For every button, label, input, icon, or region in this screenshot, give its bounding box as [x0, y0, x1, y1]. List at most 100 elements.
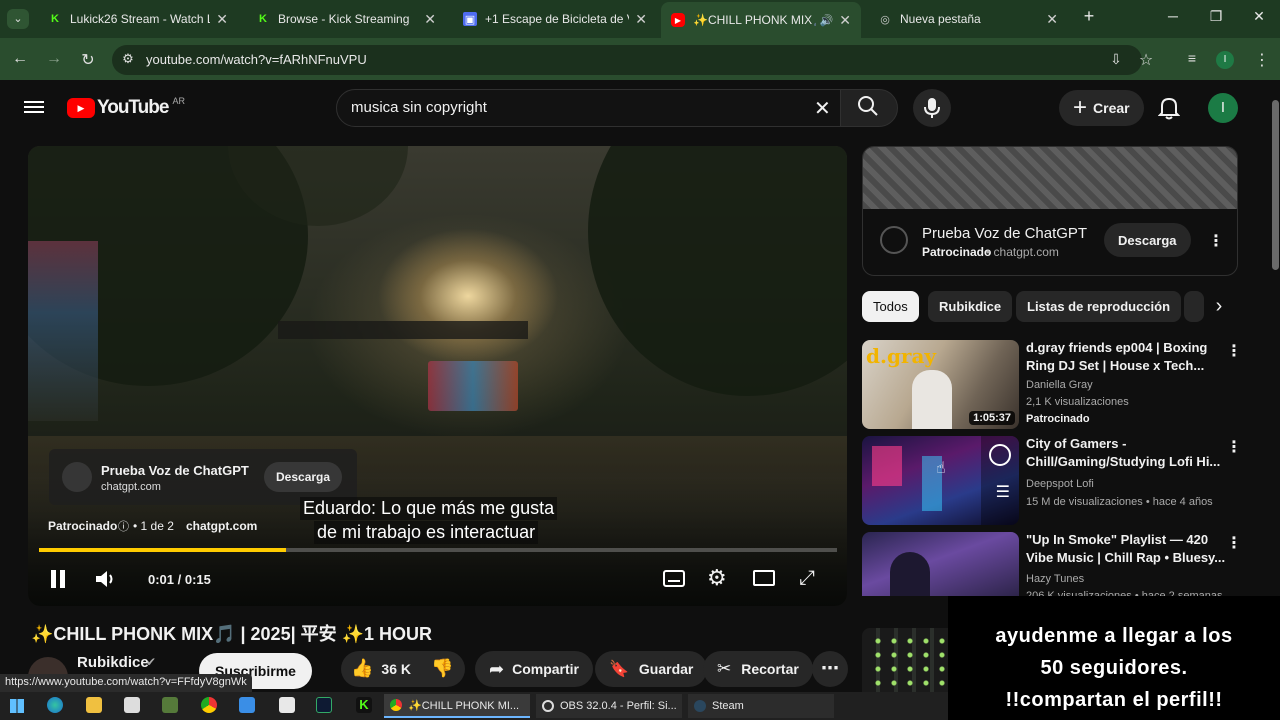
bookmark-star-icon[interactable]: ☆ [1134, 50, 1158, 70]
share-icon: ➦ [489, 658, 505, 679]
chip-channel[interactable]: Rubikdice [928, 291, 1013, 322]
chrome-icon[interactable] [201, 697, 217, 713]
document-icon[interactable] [279, 697, 295, 713]
chrome-menu-icon[interactable]: ⋮ [1250, 50, 1274, 70]
rec-channel[interactable]: Hazy Tunes [1026, 573, 1084, 585]
watch-later-icon[interactable] [989, 444, 1011, 466]
chip-partial[interactable] [1184, 291, 1204, 322]
vegas-icon[interactable] [162, 697, 178, 713]
close-icon[interactable]: ✕ [424, 11, 436, 28]
forward-icon[interactable]: → [42, 50, 66, 68]
fullscreen-icon[interactable]: ⤢ [799, 567, 815, 590]
status-bar-url: https://www.youtube.com/watch?v=FFfdyV8g… [0, 674, 252, 692]
chips-next-icon[interactable]: › [1205, 295, 1233, 318]
tab-search-icon[interactable]: ⌄ [7, 9, 29, 29]
share-button[interactable]: ➦ Compartir [475, 651, 593, 687]
terminal-icon[interactable] [316, 697, 332, 713]
tab-2[interactable]: K Browse - Kick Streaming ✕ [246, 4, 446, 34]
overlay-line-2: 50 seguidores. [1040, 657, 1188, 679]
taskbar-app-steam[interactable]: Steam [688, 694, 834, 718]
more-actions-button[interactable]: ⋯ [812, 651, 848, 687]
info-icon[interactable]: ⓘ [118, 518, 129, 534]
profile-avatar[interactable]: I [1216, 51, 1234, 69]
subtitles-icon[interactable] [663, 570, 685, 587]
add-to-queue-icon[interactable]: ☰ [996, 482, 1010, 502]
notifications-bell-icon[interactable] [1157, 96, 1181, 125]
clip-button[interactable]: ✂ Recortar [703, 651, 813, 687]
rec-menu-icon[interactable]: ⋮ [1226, 533, 1242, 553]
file-explorer-icon[interactable] [86, 697, 102, 713]
menu-icon[interactable] [24, 98, 44, 116]
sidebar-ad-title[interactable]: Prueba Voz de ChatGPT [922, 225, 1087, 242]
player-ad-title[interactable]: Prueba Voz de ChatGPT [101, 463, 249, 478]
rec-menu-icon[interactable]: ⋮ [1226, 437, 1242, 457]
tab-5[interactable]: ◎ Nueva pestaña ✕ [868, 4, 1068, 34]
chip-all[interactable]: Todos [862, 291, 919, 322]
close-icon[interactable]: ✕ [216, 11, 228, 28]
site-info-icon[interactable]: ⚙ [116, 51, 140, 67]
reload-icon[interactable]: ↻ [76, 50, 100, 70]
account-avatar[interactable]: I [1208, 93, 1238, 123]
tab-4-active[interactable]: ▶ ✨CHILL PHONK MIX🎵 🔊 ✕ [661, 2, 861, 38]
player-ad-download-button[interactable]: Descarga [264, 462, 343, 492]
taskbar-app-obs[interactable]: OBS 32.0.4 - Perfil: Si... [536, 694, 682, 718]
game-icon: ▣ [463, 12, 477, 26]
thumbs-down-icon: 👎 [431, 658, 454, 678]
scene-boat [428, 361, 518, 411]
edge-icon[interactable] [47, 697, 63, 713]
rec-title[interactable]: City of Gamers - Chill/Gaming/Studying L… [1026, 435, 1226, 471]
sidebar-ad-menu-icon[interactable]: ⋮ [1208, 231, 1224, 251]
ad-count: • 1 de 2 [133, 519, 174, 533]
close-icon[interactable]: ✕ [839, 12, 851, 29]
clear-search-icon[interactable]: ✕ [814, 96, 831, 121]
time-display: 0:01 / 0:15 [148, 572, 211, 587]
new-tab-icon[interactable]: + [1074, 6, 1104, 27]
speaker-icon[interactable]: 🔊 [820, 14, 834, 27]
theater-mode-icon[interactable] [753, 570, 775, 586]
dislike-button[interactable]: 👎 [431, 658, 453, 679]
rec-title[interactable]: d.gray friends ep004 | Boxing Ring DJ Se… [1026, 339, 1226, 375]
media-control-icon[interactable]: ≡ [1180, 50, 1204, 66]
mail-icon[interactable] [239, 697, 255, 713]
channel-name[interactable]: Rubikdice [77, 654, 149, 671]
install-app-icon[interactable]: ⇩ [1104, 51, 1128, 68]
maximize-icon[interactable]: ❐ [1201, 8, 1231, 25]
ad-site-link[interactable]: chatgpt.com [186, 519, 257, 533]
rec-thumbnail[interactable]: ☰ ☝ [862, 436, 1019, 525]
rec-title[interactable]: "Up In Smoke" Playlist — 420 Vibe Music … [1026, 531, 1226, 567]
url-text[interactable]: youtube.com/watch?v=fARhNFnuVPU [146, 52, 367, 67]
scene-foliage [588, 146, 847, 396]
volume-icon[interactable] [94, 569, 116, 594]
logo-text: YouTube [97, 97, 169, 118]
tab-3[interactable]: ▣ +1 Escape de Bicicleta de Vel ✕ [453, 4, 657, 34]
rec-thumbnail[interactable]: d.gray 1:05:37 [862, 340, 1019, 429]
taskbar-app-chrome[interactable]: ✨CHILL PHONK MI... [384, 694, 530, 718]
progress-bar[interactable] [39, 548, 837, 552]
rec-thumbnail[interactable] [862, 532, 1019, 596]
youtube-logo[interactable]: ▶ YouTube AR [67, 96, 185, 119]
save-button[interactable]: 🔖 Guardar [595, 651, 708, 687]
close-icon[interactable]: ✕ [1046, 11, 1058, 28]
back-icon[interactable]: ← [8, 50, 32, 68]
store-icon[interactable] [124, 697, 140, 713]
rec-channel[interactable]: Daniella Gray [1026, 379, 1093, 391]
tab-1[interactable]: K Lukick26 Stream - Watch Live ✕ [38, 4, 238, 34]
chip-playlists[interactable]: Listas de reproducción [1016, 291, 1182, 322]
rec-channel[interactable]: Deepspot Lofi [1026, 478, 1094, 490]
windows-start-icon[interactable] [10, 699, 24, 713]
close-window-icon[interactable]: ✕ [1244, 8, 1274, 25]
rec-menu-icon[interactable]: ⋮ [1226, 341, 1242, 361]
scrollbar-thumb[interactable] [1272, 100, 1279, 270]
sidebar-ad-sponsored: Patrocinado [922, 245, 992, 259]
kick-icon[interactable]: K [356, 697, 372, 713]
tab-title: Nueva pestaña [900, 12, 981, 26]
minimize-icon[interactable]: ─ [1158, 8, 1188, 24]
pause-icon[interactable] [50, 570, 66, 588]
settings-gear-icon[interactable]: ⚙ [707, 565, 727, 591]
search-input[interactable]: musica sin copyright [351, 99, 487, 116]
sidebar-ad-download-button[interactable]: Descarga [1104, 223, 1191, 257]
like-button[interactable]: 👍 36 K [351, 658, 411, 679]
create-button[interactable]: + Crear [1059, 90, 1144, 126]
close-icon[interactable]: ✕ [635, 11, 647, 28]
dj-figure [912, 370, 952, 429]
